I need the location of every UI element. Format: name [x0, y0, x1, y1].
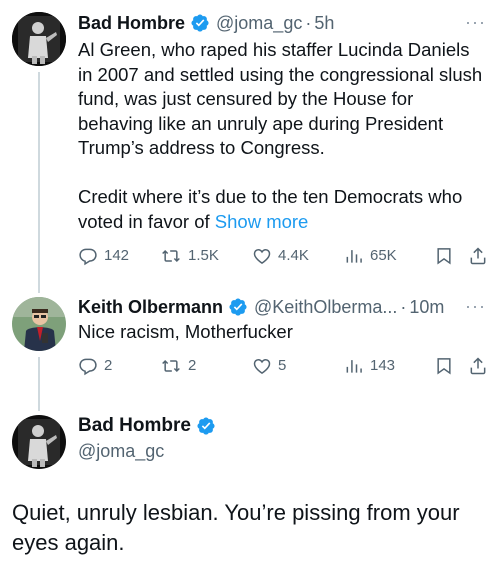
author-name[interactable]: Bad Hombre	[78, 12, 185, 34]
thread-connector-top	[38, 285, 40, 293]
repost-count: 2	[188, 357, 197, 374]
show-more-link[interactable]: Show more	[215, 211, 309, 232]
reply-icon	[79, 248, 97, 266]
repost-button[interactable]: 2	[160, 356, 252, 376]
share-button[interactable]	[468, 246, 490, 266]
tweet-3[interactable]: Bad Hombre @joma_gc Quiet, unruly lesbia…	[0, 403, 500, 577]
like-button[interactable]: 4.4K	[252, 246, 344, 266]
share-icon	[470, 247, 486, 265]
avatar-bad-hombre[interactable]	[12, 12, 66, 66]
views-icon	[346, 360, 362, 373]
avatar-bad-hombre[interactable]	[12, 415, 66, 469]
reply-button[interactable]: 2	[78, 356, 160, 376]
verified-badge-icon	[196, 416, 216, 436]
thread-connector	[38, 72, 40, 287]
tweet-text-content: Al Green, who raped his staffer Lucinda …	[78, 39, 483, 232]
tweet-2[interactable]: Keith Olbermann @KeithOlberma... · 10m ·…	[0, 285, 500, 407]
reply-count: 142	[104, 247, 130, 264]
author-name[interactable]: Bad Hombre	[78, 415, 191, 437]
separator-dot: ·	[400, 297, 407, 317]
bookmark-button[interactable]	[434, 246, 468, 266]
tweet-header: Keith Olbermann @KeithOlberma... · 10m	[78, 296, 444, 318]
author-handle[interactable]: @KeithOlberma...	[254, 296, 397, 318]
verified-badge-icon	[228, 297, 248, 317]
views-icon	[346, 250, 362, 263]
author-name-row: Bad Hombre	[78, 415, 222, 437]
share-button[interactable]	[468, 356, 490, 376]
reply-count: 2	[104, 357, 113, 374]
views-count: 65K	[370, 247, 397, 264]
reply-icon	[79, 358, 97, 376]
action-bar: 2 2 5 143	[78, 356, 490, 376]
like-button[interactable]: 5	[252, 356, 344, 376]
tweet-text: Nice racism, Motherfucker	[78, 321, 293, 342]
bookmark-button[interactable]	[434, 356, 468, 376]
repost-button[interactable]: 1.5K	[160, 246, 252, 266]
views-button[interactable]: 143	[344, 356, 434, 376]
thread-connector	[38, 357, 40, 407]
tweet-header: Bad Hombre @joma_gc · 5h	[78, 12, 334, 34]
like-icon	[253, 248, 271, 264]
timestamp[interactable]: 5h	[314, 12, 334, 34]
share-icon	[470, 357, 486, 375]
more-icon[interactable]: ···	[465, 297, 486, 315]
like-icon	[253, 358, 271, 374]
tweet-1[interactable]: Bad Hombre @joma_gc · 5h ··· Al Green, w…	[0, 0, 500, 287]
author-name[interactable]: Keith Olbermann	[78, 296, 223, 318]
repost-count: 1.5K	[188, 247, 219, 264]
like-count: 5	[278, 357, 287, 374]
action-bar: 142 1.5K 4.4K 65K	[78, 246, 490, 266]
author-handle[interactable]: @joma_gc	[216, 12, 302, 34]
avatar-keith-olbermann[interactable]	[12, 297, 66, 351]
bookmark-icon	[437, 358, 451, 375]
tweet-text: Al Green, who raped his staffer Lucinda …	[78, 38, 488, 234]
verified-badge-icon	[190, 13, 210, 33]
thread-connector-top	[38, 403, 40, 411]
views-button[interactable]: 65K	[344, 246, 434, 266]
timestamp[interactable]: 10m	[409, 296, 444, 318]
views-count: 143	[370, 357, 396, 374]
bookmark-icon	[437, 248, 451, 265]
repost-icon	[162, 249, 180, 263]
repost-icon	[162, 359, 180, 373]
like-count: 4.4K	[278, 247, 309, 264]
separator-dot: ·	[305, 13, 312, 33]
tweet-text: Quiet, unruly lesbian. You’re pissing fr…	[12, 500, 460, 555]
reply-button[interactable]: 142	[78, 246, 160, 266]
more-icon[interactable]: ···	[465, 13, 486, 31]
author-handle[interactable]: @joma_gc	[78, 440, 164, 462]
